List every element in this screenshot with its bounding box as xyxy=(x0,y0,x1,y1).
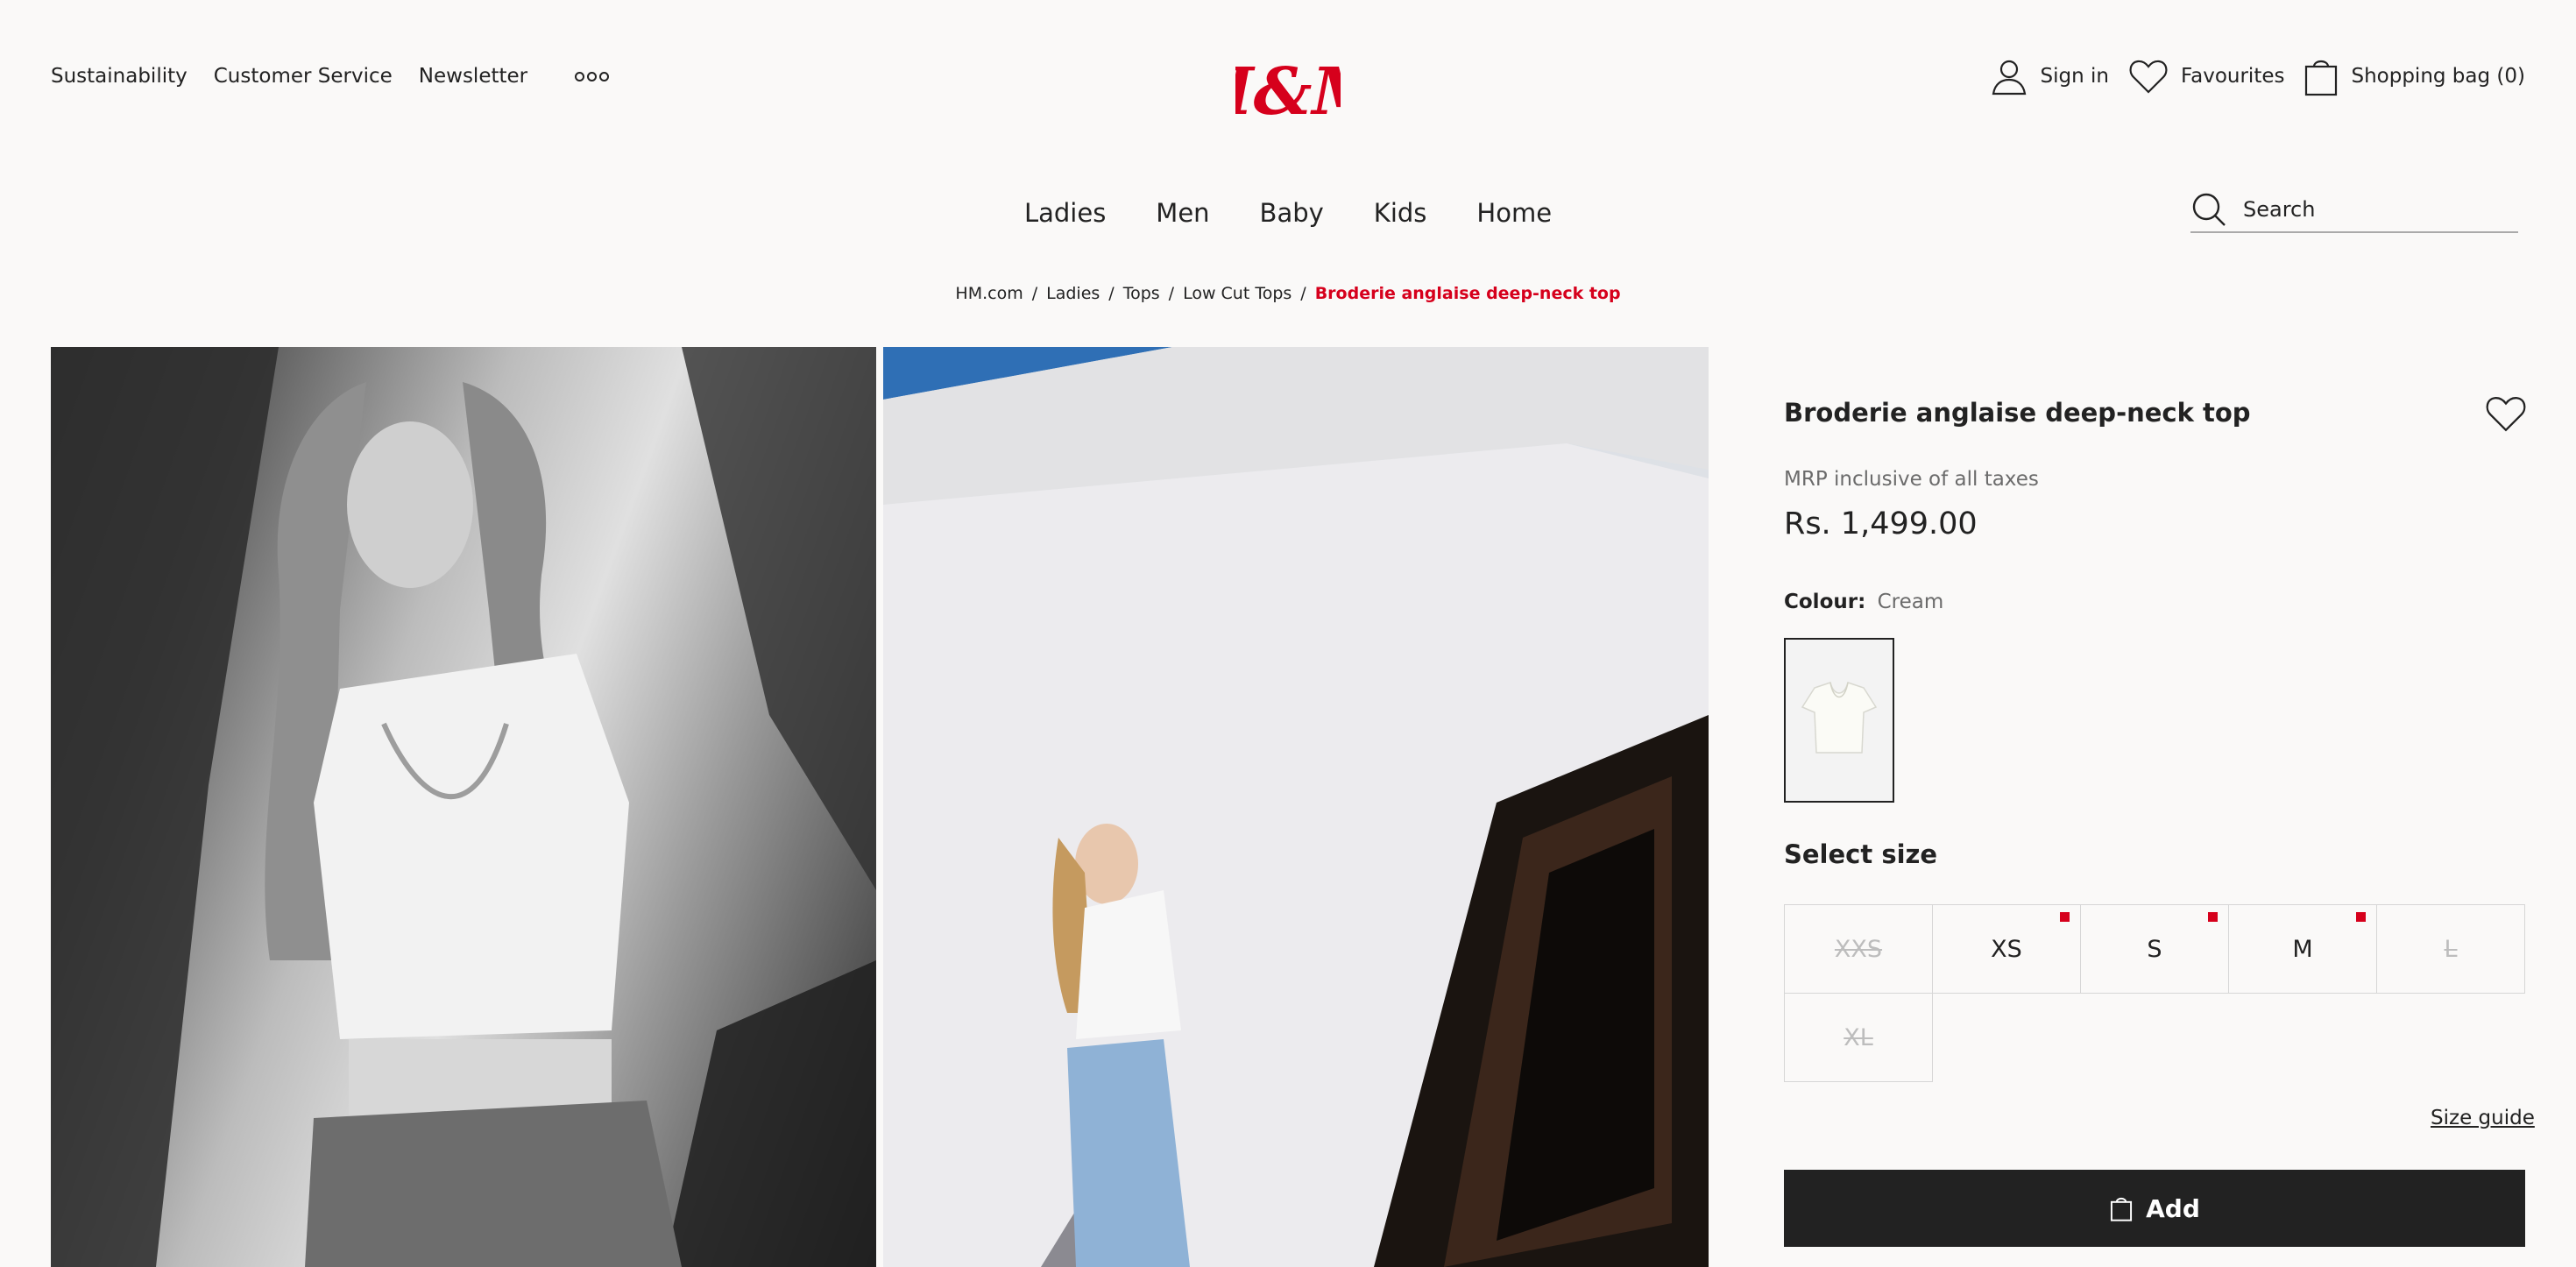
shopping-bag-label: Shopping bag (0) xyxy=(2351,65,2525,88)
link-sustainability[interactable]: Sustainability xyxy=(51,65,188,88)
nav-men[interactable]: Men xyxy=(1156,198,1209,228)
heart-icon xyxy=(2129,60,2168,94)
svg-text:H&M: H&M xyxy=(1235,54,1341,128)
colour-value: Cream xyxy=(1877,591,1944,613)
size-option-s[interactable]: S xyxy=(2081,905,2229,994)
favourites-button[interactable]: Favourites xyxy=(2128,58,2284,95)
breadcrumb-current: Broderie anglaise deep-neck top xyxy=(1314,284,1621,303)
search-box[interactable] xyxy=(2190,188,2518,233)
shopping-bag-icon xyxy=(2305,60,2338,96)
size-option-xxs[interactable]: XXS xyxy=(1785,905,1933,994)
product-title: Broderie anglaise deep-neck top xyxy=(1784,398,2251,428)
breadcrumb-item[interactable]: HM.com xyxy=(955,284,1023,303)
model-photo-color xyxy=(883,347,1709,1267)
colour-info: Colour: Cream xyxy=(1784,591,1943,613)
colour-swatch-cream[interactable] xyxy=(1784,638,1894,803)
size-option-xl[interactable]: XL xyxy=(1785,994,1933,1082)
product-image-1[interactable] xyxy=(51,347,876,1267)
sign-in-label: Sign in xyxy=(2040,65,2109,88)
sign-in-button[interactable]: Sign in xyxy=(1990,57,2109,96)
size-option-l[interactable]: L xyxy=(2377,905,2525,994)
size-grid: XXS XS S M L XL xyxy=(1784,904,2525,1082)
nav-baby[interactable]: Baby xyxy=(1260,198,1324,228)
user-icon xyxy=(1992,60,2026,96)
breadcrumb-item[interactable]: Low Cut Tops xyxy=(1183,284,1292,303)
add-to-favourites-heart-icon[interactable] xyxy=(2485,394,2527,433)
low-stock-indicator xyxy=(2356,912,2366,922)
more-dots-icon[interactable] xyxy=(575,71,610,81)
add-to-bag-button[interactable]: Add xyxy=(1784,1170,2525,1247)
nav-kids[interactable]: Kids xyxy=(1374,198,1427,228)
link-customer-service[interactable]: Customer Service xyxy=(214,65,393,88)
top-links: Sustainability Customer Service Newslett… xyxy=(51,65,610,88)
model-photo-bw xyxy=(51,347,876,1267)
product-thumbnail xyxy=(1801,682,1878,754)
product-price: Rs. 1,499.00 xyxy=(1784,506,1978,541)
search-input[interactable] xyxy=(2243,197,2506,222)
favourites-label: Favourites xyxy=(2181,65,2285,88)
mrp-note: MRP inclusive of all taxes xyxy=(1784,468,2039,491)
breadcrumb-item[interactable]: Ladies xyxy=(1046,284,1100,303)
product-image-2[interactable] xyxy=(883,347,1709,1267)
search-icon[interactable] xyxy=(2190,191,2227,228)
account-area: Sign in Favourites Shopping bag (0) xyxy=(1990,56,2525,96)
main-nav: Ladies Men Baby Kids Home xyxy=(0,198,2576,228)
add-button-label: Add xyxy=(2146,1193,2200,1223)
size-option-m[interactable]: M xyxy=(2229,905,2377,994)
nav-ladies[interactable]: Ladies xyxy=(1024,198,1106,228)
size-option-xs[interactable]: XS xyxy=(1933,905,2081,994)
nav-home[interactable]: Home xyxy=(1476,198,1552,228)
hm-logo[interactable]: H&M xyxy=(1235,54,1341,128)
low-stock-indicator xyxy=(2060,912,2070,922)
link-newsletter[interactable]: Newsletter xyxy=(419,65,527,88)
select-size-heading: Select size xyxy=(1784,839,1938,869)
size-guide-link[interactable]: Size guide xyxy=(2431,1107,2535,1129)
breadcrumb: HM.com / Ladies / Tops / Low Cut Tops / … xyxy=(955,284,1621,303)
colour-label: Colour: xyxy=(1784,591,1866,613)
shopping-bag-icon xyxy=(2111,1197,2133,1221)
low-stock-indicator xyxy=(2208,912,2218,922)
shopping-bag-button[interactable]: Shopping bag (0) xyxy=(2304,56,2525,96)
breadcrumb-item[interactable]: Tops xyxy=(1123,284,1160,303)
